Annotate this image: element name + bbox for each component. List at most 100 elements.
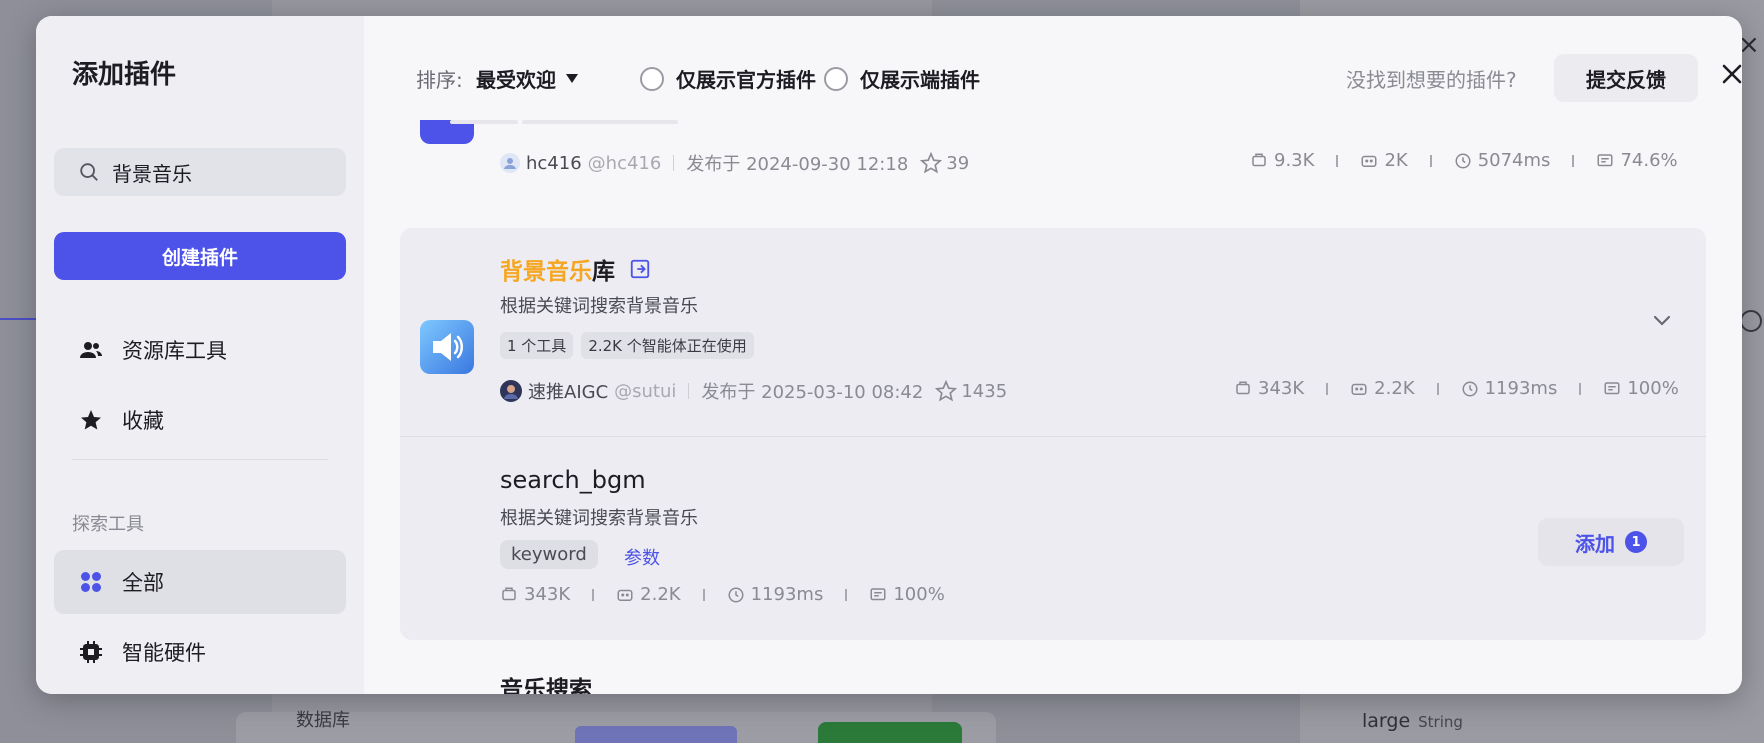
tool-description: 根据关键词搜索背景音乐 <box>500 508 698 529</box>
bot-icon <box>1361 155 1377 167</box>
tool-param-chip: keyword <box>500 540 598 569</box>
prev-plugin-author[interactable]: hc416 <box>526 153 582 174</box>
clock-icon <box>728 587 744 602</box>
add-plugin-modal: 添加插件 创建插件 资源库工具 收藏 探索工具 全部 <box>36 16 1742 694</box>
nav-all-label: 全部 <box>122 571 164 595</box>
plugin-title[interactable]: 背景音乐库 <box>500 252 651 286</box>
card-divider <box>400 436 1706 437</box>
backdrop-run-button <box>818 722 962 743</box>
filter-device-label: 仅展示端插件 <box>860 68 980 92</box>
prev-plugin-stats: 9.3K 2K 5074ms 74.6% <box>1250 150 1678 171</box>
nav-resource-tools[interactable]: 资源库工具 <box>54 318 346 382</box>
prev-plugin-meta: hc416 @hc416 发布于 2024-09-30 12:18 39 <box>500 150 969 176</box>
nav-favorites-label: 收藏 <box>122 409 164 433</box>
search-icon <box>80 163 98 181</box>
clock-icon <box>1462 381 1478 396</box>
plugin-meta: 速推AIGC @sutui 发布于 2025-03-10 08:42 1435 <box>500 378 1007 404</box>
nav-smart-hardware[interactable]: 智能硬件 <box>54 620 346 684</box>
sort-value: 最受欢迎 <box>476 68 556 92</box>
sort-label: 排序: <box>416 68 463 92</box>
bot-icon <box>1351 383 1367 395</box>
modal-title: 添加插件 <box>72 60 177 90</box>
calls-icon <box>1236 381 1250 394</box>
radio-circle-icon <box>640 66 664 91</box>
plugin-tags: 1 个工具 2.2K 个智能体正在使用 <box>500 332 754 359</box>
filter-official-radio[interactable]: 仅展示官方插件 <box>640 64 816 93</box>
tool-name: search_bgm <box>500 466 646 494</box>
plugin-topbar: 排序: 最受欢迎 仅展示官方插件 仅展示端插件 没找到想要的插件? 提交反馈 <box>364 16 1742 120</box>
plugin-author[interactable]: 速推AIGC <box>528 378 608 404</box>
prev-latency: 5074ms <box>1477 150 1551 171</box>
prev-plugin-tag <box>450 120 518 124</box>
nav-favorites[interactable]: 收藏 <box>54 388 346 452</box>
success-icon <box>1597 153 1613 166</box>
plugin-stars: 1435 <box>961 380 1008 402</box>
bgm-plugin-icon <box>420 320 474 374</box>
create-plugin-button[interactable]: 创建插件 <box>54 232 346 280</box>
feedback-prompt: 没找到想要的插件? <box>1346 68 1517 92</box>
plugin-handle: @sutui <box>614 380 677 402</box>
tool-bots: 2.2K <box>640 584 681 605</box>
tool-params-link[interactable]: 参数 <box>624 544 660 570</box>
prev-plugin-tag <box>522 120 678 124</box>
close-modal-button[interactable] <box>1714 56 1742 92</box>
plugin-success: 100% <box>1627 378 1679 399</box>
prev-bots: 2K <box>1384 150 1408 171</box>
plugin-calls: 343K <box>1258 378 1305 399</box>
backdrop-connector-line <box>0 318 36 320</box>
chevron-down-icon[interactable] <box>1650 308 1674 332</box>
backdrop-large-field: large String <box>1362 710 1463 732</box>
avatar <box>500 380 522 402</box>
tool-stats: 343K 2.2K 1193ms 100% <box>500 584 945 605</box>
add-tool-label: 添加 <box>1575 531 1615 556</box>
caret-down-icon <box>566 74 578 83</box>
add-tool-button[interactable]: 添加 1 <box>1538 518 1684 566</box>
prev-calls: 9.3K <box>1274 150 1315 171</box>
grid-icon <box>78 569 104 595</box>
plugin-description: 根据关键词搜索背景音乐 <box>500 296 698 317</box>
plugin-title-rest: 库 <box>592 259 615 285</box>
sidebar-divider <box>72 459 328 460</box>
submit-feedback-button[interactable]: 提交反馈 <box>1554 54 1698 102</box>
backdrop-db-label: 数据库 <box>296 710 350 731</box>
tool-latency: 1193ms <box>750 584 824 605</box>
plugin-sidebar: 添加插件 创建插件 资源库工具 收藏 探索工具 全部 <box>36 16 364 694</box>
backdrop-add-node-button <box>575 726 737 743</box>
radio-circle-icon <box>824 66 848 91</box>
star-outline-icon[interactable] <box>935 380 958 402</box>
clock-icon <box>1455 153 1471 168</box>
nav-resource-tools-label: 资源库工具 <box>122 339 227 363</box>
open-external-icon[interactable] <box>629 258 651 280</box>
speaker-icon <box>433 333 463 361</box>
plugin-published: 发布于 2025-03-10 08:42 <box>701 382 924 403</box>
plugin-tag: 2.2K 个智能体正在使用 <box>581 332 754 359</box>
plugin-search-box[interactable] <box>54 148 346 196</box>
nav-all[interactable]: 全部 <box>54 550 346 614</box>
close-icon <box>1722 64 1742 84</box>
plugin-tag: 1 个工具 <box>500 332 574 359</box>
plugin-search-input[interactable] <box>112 160 332 184</box>
nav-smart-hardware-label: 智能硬件 <box>122 641 206 665</box>
prev-plugin-published: 发布于 2024-09-30 12:18 <box>686 154 909 175</box>
plugin-list[interactable]: hc416 @hc416 发布于 2024-09-30 12:18 39 9.3… <box>364 120 1742 694</box>
add-count-badge: 1 <box>1625 531 1647 553</box>
filter-official-label: 仅展示官方插件 <box>676 68 816 92</box>
plugin-latency: 1193ms <box>1484 378 1558 399</box>
plugin-stats: 343K 2.2K 1193ms 100% <box>1234 378 1679 399</box>
calls-icon <box>502 587 516 600</box>
tool-calls: 343K <box>524 584 571 605</box>
star-icon <box>78 407 104 433</box>
explore-section-label: 探索工具 <box>72 514 144 535</box>
success-icon <box>870 587 886 600</box>
plugin-title-highlight: 背景音乐 <box>500 259 592 285</box>
sort-dropdown[interactable]: 最受欢迎 <box>476 64 578 93</box>
star-outline-icon[interactable] <box>920 152 943 174</box>
chip-icon <box>78 639 104 665</box>
next-plugin-title[interactable]: 音乐搜索 <box>500 670 592 694</box>
filter-device-radio[interactable]: 仅展示端插件 <box>824 64 980 93</box>
prev-plugin-handle: @hc416 <box>587 152 662 174</box>
plugin-card-bgm[interactable]: 背景音乐库 根据关键词搜索背景音乐 1 个工具 2.2K 个智能体正在使用 速推… <box>400 228 1706 640</box>
prev-plugin-stars: 39 <box>946 152 970 174</box>
tool-success: 100% <box>893 584 945 605</box>
bot-icon <box>617 589 633 601</box>
